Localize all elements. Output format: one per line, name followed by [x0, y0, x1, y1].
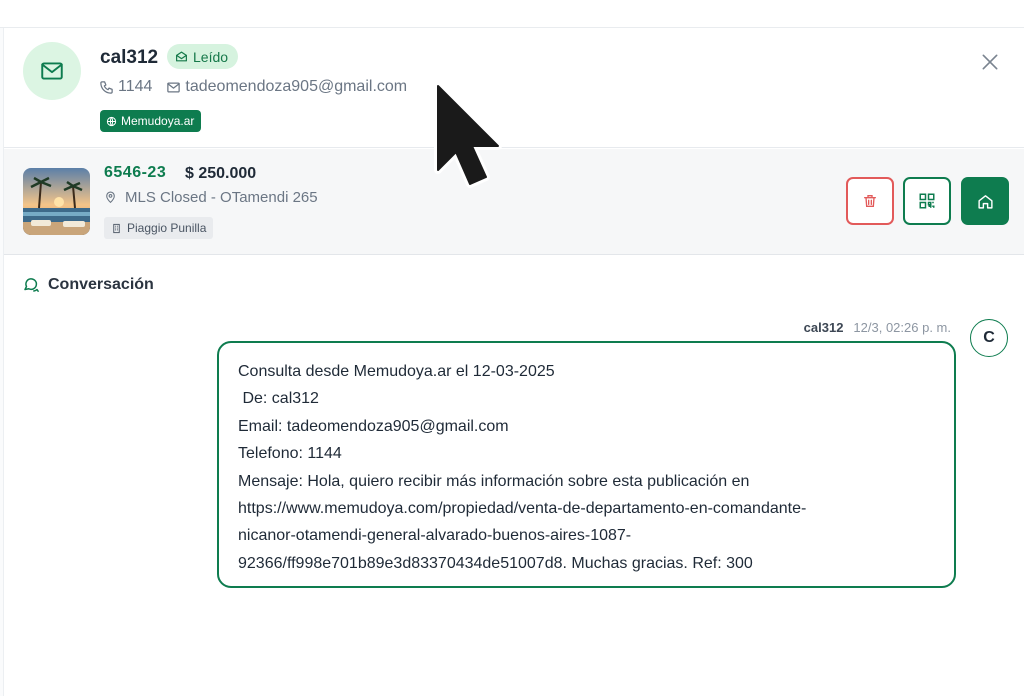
property-address: MLS Closed - OTamendi 265	[104, 189, 318, 206]
property-thumbnail[interactable]	[23, 168, 90, 235]
contact-avatar	[23, 42, 81, 100]
contact-name: cal312	[100, 47, 159, 68]
contact-email[interactable]: tadeomendoza905@gmail.com	[185, 78, 407, 96]
delete-button[interactable]	[846, 177, 894, 225]
message-line: Telefono: 1144	[238, 445, 342, 463]
conversation-title-text: Conversación	[48, 276, 154, 293]
property-price: $ 250.000	[185, 165, 257, 182]
trash-icon	[864, 195, 876, 207]
qr-code-icon	[919, 193, 935, 209]
mail-icon	[167, 82, 181, 92]
close-button[interactable]	[976, 48, 1004, 76]
property-address-text: MLS Closed - OTamendi 265	[125, 189, 318, 206]
message-line: nicanor-otamendi-general-alvarado-buenos…	[238, 527, 632, 545]
qr-code-button[interactable]	[903, 177, 951, 225]
message-avatar: C	[970, 319, 1008, 357]
property-code[interactable]: 6546-23	[104, 164, 166, 182]
message-line: Consulta desde Memudoya.ar el 12-03-2025	[238, 363, 555, 380]
property-card: 6546-23 $ 250.000 MLS Closed - OTamendi …	[4, 149, 1024, 255]
message-time: 12/3, 02:26 p. m.	[853, 320, 951, 335]
contact-phone[interactable]: 1144	[118, 78, 152, 96]
message-sender: cal312	[803, 320, 844, 335]
envelope-open-icon	[176, 51, 187, 62]
message-line: https://www.memudoya.com/propiedad/venta…	[238, 500, 807, 518]
envelope-icon	[41, 62, 63, 80]
top-toolbar-strip	[0, 0, 1024, 28]
chat-icon	[24, 278, 40, 293]
building-icon	[113, 223, 120, 233]
phone-icon	[100, 80, 113, 94]
property-building-badge: Piaggio Punilla	[104, 217, 214, 239]
lead-detail-panel: cal312 Leído 1144 tadeomendoza905@gmail.…	[0, 0, 1024, 696]
message-meta: cal312 12/3, 02:26 p. m.	[804, 320, 951, 335]
property-photo	[23, 168, 90, 235]
close-icon	[982, 54, 998, 70]
map-pin-icon	[106, 191, 115, 204]
contact-header: cal312 Leído 1144 tadeomendoza905@gmail.…	[4, 28, 1024, 148]
source-badge: Memudoya.ar	[100, 110, 202, 132]
message-line: 92366/ff998e701b89e3d83370434de51007d8. …	[238, 554, 753, 572]
message-line: Mensaje: Hola, quiero recibir más inform…	[238, 472, 750, 490]
home-icon	[977, 194, 993, 209]
message-line: De: cal312	[238, 390, 319, 408]
property-home-button[interactable]	[961, 177, 1009, 225]
conversation-title: Conversación	[22, 276, 154, 294]
status-label: Leído	[193, 48, 229, 65]
globe-icon	[106, 116, 117, 126]
message-bubble: Consulta desde Memudoya.ar el 12-03-2025…	[217, 341, 956, 588]
source-label: Memudoya.ar	[121, 114, 195, 128]
message-line: Email: tadeomendoza905@gmail.com	[238, 417, 509, 435]
contact-info-row: 1144 tadeomendoza905@gmail.com	[99, 78, 407, 96]
status-badge: Leído	[167, 44, 239, 69]
property-building-text: Piaggio Punilla	[127, 221, 207, 235]
